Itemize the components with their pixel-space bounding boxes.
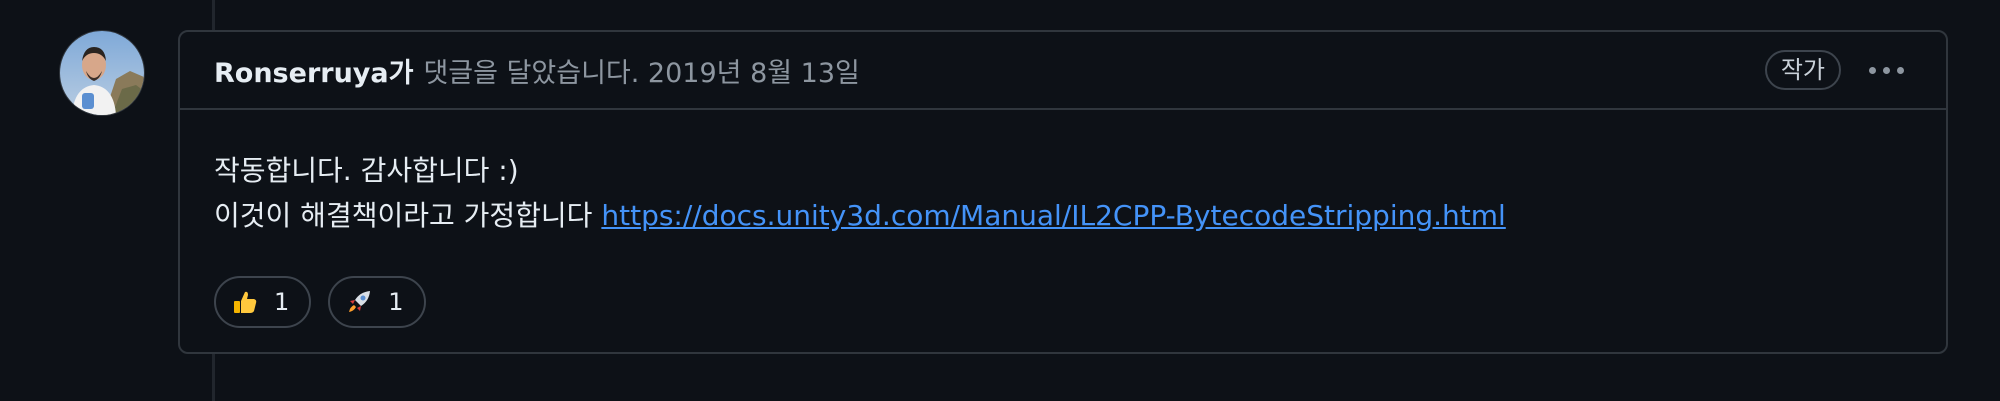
thumbs-up-icon [230, 287, 260, 317]
avatar[interactable] [59, 30, 145, 116]
comment-author[interactable]: Ronserruya가 [214, 51, 413, 90]
comment-box: Ronserruya가 댓글을 달았습니다. 2019년 8월 13일 작가 작… [178, 30, 1948, 354]
rocket-icon [344, 287, 374, 317]
reaction-count: 1 [274, 287, 290, 316]
comment-text-line-1: 작동합니다. 감사합니다 :) [214, 154, 519, 187]
more-options-icon[interactable] [1865, 55, 1908, 85]
reaction-thumbs-up[interactable]: 1 [214, 276, 312, 328]
comment-meta[interactable]: 댓글을 달았습니다. 2019년 8월 13일 [423, 51, 859, 90]
reaction-count: 1 [388, 287, 404, 316]
reaction-rocket[interactable]: 1 [328, 276, 426, 328]
author-badge: 작가 [1764, 50, 1841, 90]
reactions-bar: 1 1 [214, 276, 1912, 328]
comment-text-prefix: 이것이 해결책이라고 가정합니다 [214, 199, 593, 232]
comment-body: 작동합니다. 감사합니다 :) 이것이 해결책이라고 가정합니다 https:/… [180, 110, 1946, 328]
comment-text-line-2: 이것이 해결책이라고 가정합니다 https://docs.unity3d.co… [214, 193, 1912, 238]
comment-header: Ronserruya가 댓글을 달았습니다. 2019년 8월 13일 작가 [180, 32, 1946, 110]
docs-link[interactable]: https://docs.unity3d.com/Manual/IL2CPP-B… [601, 199, 1505, 232]
